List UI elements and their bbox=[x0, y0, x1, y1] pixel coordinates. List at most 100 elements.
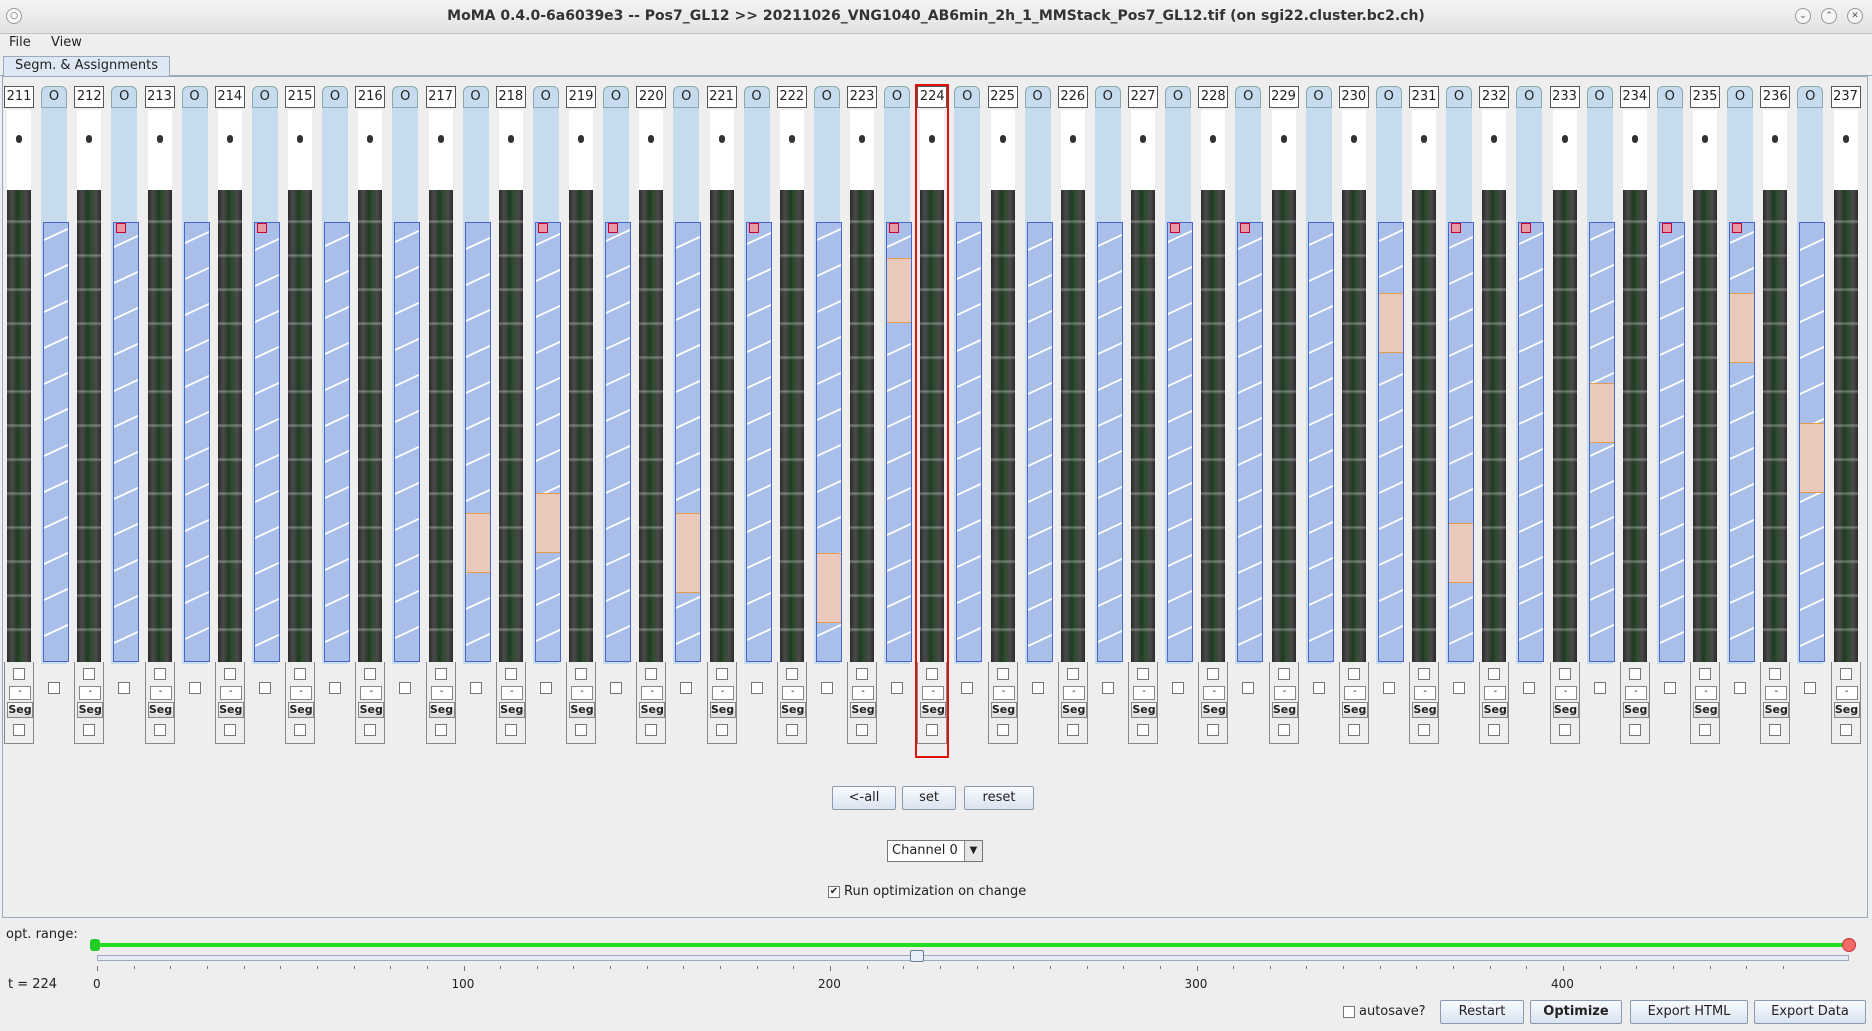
strip-bottom-checkbox[interactable] bbox=[1207, 724, 1220, 736]
strip-top-checkbox[interactable] bbox=[1137, 668, 1149, 680]
strip-image[interactable] bbox=[850, 110, 874, 662]
strip-bottom-checkbox[interactable] bbox=[504, 724, 517, 736]
gap-checkbox[interactable] bbox=[399, 682, 412, 694]
strip-212[interactable]: 212 - Seg bbox=[74, 86, 105, 756]
export-html-button[interactable]: Export HTML bbox=[1630, 1000, 1748, 1024]
gap-checkbox[interactable] bbox=[1734, 682, 1746, 694]
gap-checkbox[interactable] bbox=[1031, 682, 1044, 694]
gap-checkbox[interactable] bbox=[1593, 682, 1606, 694]
segmentation-cells[interactable] bbox=[675, 222, 702, 662]
strip-bottom-checkbox[interactable] bbox=[1347, 724, 1360, 736]
strip-seg-button[interactable]: Seg bbox=[288, 702, 314, 718]
strip-top-checkbox[interactable] bbox=[434, 668, 447, 680]
strip-231[interactable]: 231 - Seg bbox=[1409, 86, 1439, 756]
segmentation-cells[interactable] bbox=[394, 222, 421, 662]
strip-image[interactable] bbox=[358, 110, 383, 662]
strip-top-checkbox[interactable] bbox=[153, 668, 166, 680]
strip-image[interactable] bbox=[1552, 110, 1577, 662]
strip-image[interactable] bbox=[1622, 110, 1647, 662]
gap-label[interactable]: O bbox=[1165, 86, 1191, 108]
gap-checkbox[interactable] bbox=[1523, 682, 1536, 694]
strip-minus-button[interactable]: - bbox=[1062, 686, 1085, 700]
strip-bottom-checkbox[interactable] bbox=[1558, 724, 1571, 736]
segmentation-cells[interactable] bbox=[43, 222, 69, 662]
strip-bottom-checkbox[interactable] bbox=[1137, 724, 1149, 736]
assignment-gap[interactable]: O bbox=[742, 86, 774, 756]
strip-213[interactable]: 213 - Seg bbox=[144, 86, 175, 756]
strip-minus-button[interactable]: - bbox=[1343, 686, 1366, 700]
strip-minus-button[interactable]: - bbox=[500, 686, 523, 700]
assignment-gap[interactable]: O bbox=[882, 86, 914, 756]
segmentation-cells[interactable] bbox=[956, 222, 983, 662]
strip-bottom-checkbox[interactable] bbox=[1628, 724, 1641, 736]
strip-top-checkbox[interactable] bbox=[1418, 668, 1430, 680]
assignment-gap[interactable]: O bbox=[1514, 86, 1546, 756]
strip-bottom-checkbox[interactable] bbox=[223, 724, 236, 736]
strip-image[interactable] bbox=[1763, 110, 1788, 662]
segmentation-cells[interactable] bbox=[1307, 222, 1334, 662]
gap-checkbox[interactable] bbox=[1382, 682, 1395, 694]
strip-bottom-checkbox[interactable] bbox=[294, 724, 306, 736]
strip-seg-button[interactable]: Seg bbox=[639, 702, 666, 718]
tab-segm-assignments[interactable]: Segm. & Assignments bbox=[3, 56, 170, 76]
strip-top-checkbox[interactable] bbox=[1066, 668, 1079, 680]
gap-checkbox[interactable] bbox=[1663, 682, 1676, 694]
strip-bottom-checkbox[interactable] bbox=[1066, 724, 1079, 736]
strip-top-checkbox[interactable] bbox=[294, 668, 306, 680]
strip-seg-button[interactable]: Seg bbox=[1693, 702, 1719, 718]
gap-label[interactable]: O bbox=[251, 86, 278, 108]
strip-minus-button[interactable]: - bbox=[1273, 686, 1296, 700]
assignment-gap[interactable]: O bbox=[671, 86, 703, 756]
strip-bottom-checkbox[interactable] bbox=[1488, 724, 1501, 736]
segmentation-cells[interactable] bbox=[1026, 222, 1053, 662]
assignment-gap[interactable]: O bbox=[812, 86, 844, 756]
segmentation-cells[interactable] bbox=[1588, 222, 1615, 662]
strip-image[interactable] bbox=[1412, 110, 1436, 662]
assignment-gap[interactable]: O bbox=[531, 86, 563, 756]
strip-seg-button[interactable]: Seg bbox=[1763, 702, 1790, 718]
gap-checkbox[interactable] bbox=[1101, 682, 1114, 694]
strip-seg-button[interactable]: Seg bbox=[569, 702, 595, 718]
strip-seg-button[interactable]: Seg bbox=[779, 702, 806, 718]
segmentation-cells[interactable] bbox=[1799, 222, 1826, 662]
strip-minus-button[interactable]: - bbox=[1414, 686, 1436, 700]
gap-checkbox[interactable] bbox=[118, 682, 131, 694]
strip-seg-button[interactable]: Seg bbox=[850, 702, 876, 718]
strip-seg-button[interactable]: Seg bbox=[1482, 702, 1509, 718]
strip-seg-button[interactable]: Seg bbox=[709, 702, 736, 718]
strip-seg-button[interactable]: Seg bbox=[1060, 702, 1087, 718]
strip-bottom-checkbox[interactable] bbox=[926, 724, 939, 736]
strip-top-checkbox[interactable] bbox=[856, 668, 868, 680]
strip-219[interactable]: 219 - Seg bbox=[566, 86, 596, 756]
opt-range-end-handle[interactable] bbox=[1842, 938, 1856, 952]
time-slider[interactable] bbox=[97, 955, 1849, 961]
all-button[interactable]: <-all bbox=[832, 786, 896, 810]
assignment-gap[interactable]: O bbox=[250, 86, 282, 756]
assignment-gap[interactable]: O bbox=[1585, 86, 1617, 756]
strip-bottom-checkbox[interactable] bbox=[1839, 724, 1852, 736]
strip-top-checkbox[interactable] bbox=[1277, 668, 1290, 680]
gap-checkbox[interactable] bbox=[1312, 682, 1325, 694]
strip-bottom-checkbox[interactable] bbox=[856, 724, 868, 736]
strip-image[interactable] bbox=[1271, 110, 1296, 662]
maximize-icon[interactable]: ⌃ bbox=[1821, 8, 1837, 24]
strip-minus-button[interactable]: - bbox=[992, 686, 1015, 700]
segmentation-cells[interactable] bbox=[1658, 222, 1685, 662]
gap-label[interactable]: O bbox=[1375, 86, 1402, 108]
strip-221[interactable]: 221 - Seg bbox=[706, 86, 737, 756]
segmentation-cells[interactable] bbox=[1518, 222, 1545, 662]
strip-bottom-checkbox[interactable] bbox=[364, 724, 377, 736]
strip-top-checkbox[interactable] bbox=[1347, 668, 1360, 680]
gap-checkbox[interactable] bbox=[610, 682, 622, 694]
reset-button[interactable]: reset bbox=[964, 786, 1034, 810]
strip-seg-button[interactable]: Seg bbox=[1622, 702, 1649, 718]
strip-top-checkbox[interactable] bbox=[223, 668, 236, 680]
strip-214[interactable]: 214 - Seg bbox=[214, 86, 245, 756]
strip-bottom-checkbox[interactable] bbox=[1699, 724, 1711, 736]
strip-top-checkbox[interactable] bbox=[1558, 668, 1571, 680]
strip-bottom-checkbox[interactable] bbox=[153, 724, 166, 736]
gap-label[interactable]: O bbox=[603, 86, 629, 108]
strip-bottom-checkbox[interactable] bbox=[1769, 724, 1782, 736]
gap-checkbox[interactable] bbox=[891, 682, 903, 694]
assignment-gap[interactable]: O bbox=[1374, 86, 1406, 756]
